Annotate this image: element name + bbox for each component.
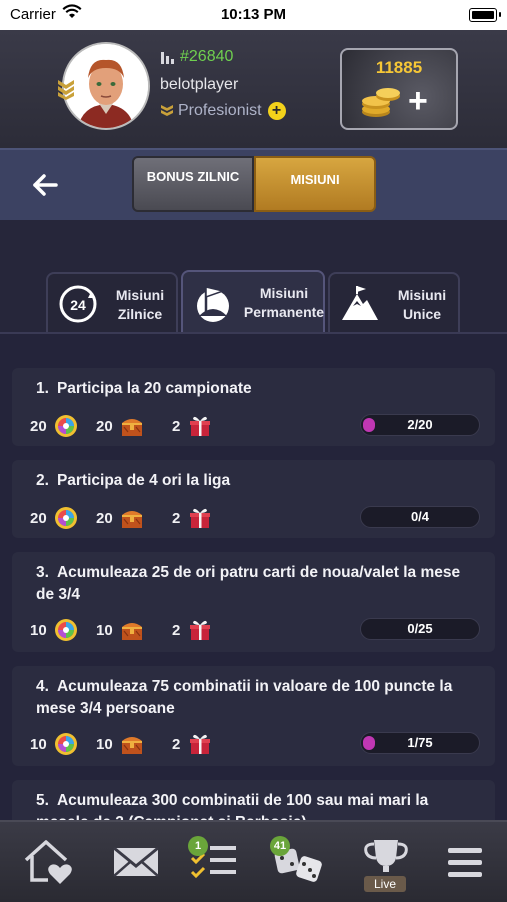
live-nav[interactable]: Live [356,834,416,892]
reward-chest-value: 10 [96,622,113,639]
level-label: Profesionist [178,102,262,120]
tab-label: Misiuni Unice [397,287,447,322]
level: Profesionist + [160,102,286,120]
treasure-chest-icon [122,511,142,528]
reward-gift-value: 2 [172,622,181,639]
mission-title: 4. Acumuleaza 75 combinatii in valoare de… [36,678,453,717]
progress-text: 0/4 [410,509,430,524]
rating: #26840 [160,48,233,66]
games-nav[interactable]: 41 [268,834,328,890]
status-bar: Carrier 10:13 PM [0,0,507,30]
missions-badge: 1 [188,836,208,856]
rating-value: #26840 [180,48,234,65]
reward-chest-value: 20 [96,418,113,435]
reward-gift-value: 2 [172,418,181,435]
gift-box-icon [190,416,210,436]
live-label: Live [364,876,406,892]
mission-card: 5. Acumuleaza 300 combinatii de 100 sau m… [12,780,495,820]
back-arrow-icon[interactable] [30,170,60,200]
username: belotplayer [160,76,239,93]
mission-card: 3. Acumuleaza 25 de ori patru carti de no… [12,552,495,652]
profile-header: #26840 belotplayer Profesionist + 11885 + [0,30,507,148]
progress-text: 2/20 [407,417,433,432]
gift-box-icon [190,620,210,640]
mission-title: 5. Acumuleaza 300 combinatii de 100 sau m… [36,792,429,820]
coins-amount: 11885 [375,58,423,77]
treasure-chest-icon [122,419,142,436]
reward-chips-value: 10 [30,622,47,639]
toolbar: BONUS ZILNIC MISIUNI [0,148,507,222]
add-coins-icon: + [408,82,428,120]
level-chevron-icon [161,105,173,116]
mission-type-tabs: 24 Misiuni Zilnice Misiuni Permanente Mi… [0,220,507,334]
chip-wheel-icon [55,619,77,641]
progress-text: 1/75 [407,735,433,750]
mission-progress-bar: 2/20 [360,414,480,436]
reward-gift-value: 2 [172,736,181,753]
reward-chips-value: 20 [30,418,47,435]
24h-icon: 24 [59,285,97,323]
bottom-nav: 1 41 Live [0,820,507,902]
tab-misiuni-permanente[interactable]: Misiuni Permanente [181,270,325,332]
reward-chest-value: 10 [96,736,113,753]
games-badge: 41 [270,836,290,856]
mission-list[interactable]: 1. Participa la 20 campionate 20 20 2 2/… [0,334,507,820]
battery-icon [469,8,501,22]
mountain-flag-icon [342,286,378,320]
mission-title: 2. Participa de 4 ori la liga [36,472,231,489]
treasure-chest-icon [122,623,142,640]
reward-chips-value: 10 [30,736,47,753]
reward-chips-value: 20 [30,510,47,527]
mission-card: 4. Acumuleaza 75 combinatii in valoare de… [12,666,495,766]
menu-icon[interactable] [436,834,496,890]
tab-misiuni[interactable]: MISIUNI [254,156,376,212]
reward-chest-value: 20 [96,510,113,527]
home-heart-icon[interactable] [20,834,80,890]
tab-bonus-zilnic[interactable]: BONUS ZILNIC [132,156,254,212]
treasure-chest-icon [122,737,142,754]
ranking-bars-icon [161,51,174,64]
avatar[interactable] [64,44,148,128]
mission-progress-bar: 1/75 [360,732,480,754]
svg-text:24: 24 [70,297,86,313]
level-info-button[interactable]: + [267,102,286,120]
gift-box-icon [190,734,210,754]
chip-wheel-icon [55,733,77,755]
tab-label: Misiuni Permanente [243,285,325,320]
rank-chevron-icon [58,80,74,100]
coins-box[interactable]: 11885 + [340,48,458,130]
reward-gift-value: 2 [172,510,181,527]
tab-label: Misiuni Zilnice [115,287,165,322]
mission-progress-bar: 0/4 [360,506,480,528]
coins-stack-icon [362,88,400,117]
mission-title: 1. Participa la 20 campionate [36,380,252,397]
missions-nav[interactable]: 1 [182,834,242,890]
mission-progress-bar: 0/25 [360,618,480,640]
mail-icon[interactable] [106,834,166,890]
clock: 10:13 PM [220,6,287,23]
tab-misiuni-unice[interactable]: Misiuni Unice [328,272,460,332]
mission-title: 3. Acumuleaza 25 de ori patru carti de no… [36,564,461,603]
chip-wheel-icon [55,415,77,437]
chip-wheel-icon [55,507,77,529]
mission-card: 1. Participa la 20 campionate 20 20 2 2/… [12,368,495,446]
progress-text: 0/25 [407,621,433,636]
gift-box-icon [190,508,210,528]
mission-card: 2. Participa de 4 ori la liga 20 20 2 0/… [12,460,495,538]
flag-icon [197,286,229,322]
tab-misiuni-zilnice[interactable]: 24 Misiuni Zilnice [46,272,178,332]
